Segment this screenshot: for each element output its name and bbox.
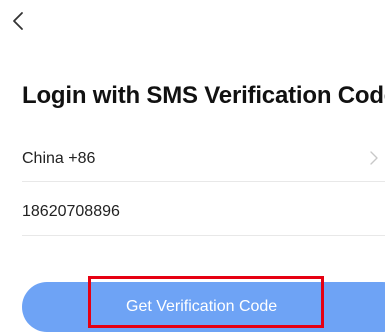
chevron-right-icon — [370, 151, 378, 165]
get-verification-code-button[interactable]: Get Verification Code — [22, 282, 385, 332]
get-verification-code-label: Get Verification Code — [126, 298, 278, 315]
phone-number-row — [22, 188, 385, 236]
sms-login-screen: Login with SMS Verification Code China +… — [0, 0, 385, 334]
phone-number-input[interactable] — [22, 200, 322, 224]
back-button[interactable] — [6, 6, 30, 36]
chevron-left-icon — [13, 12, 23, 30]
country-code-label: China +86 — [22, 150, 96, 167]
page-title: Login with SMS Verification Code — [22, 82, 385, 109]
country-code-selector[interactable]: China +86 — [22, 134, 385, 182]
